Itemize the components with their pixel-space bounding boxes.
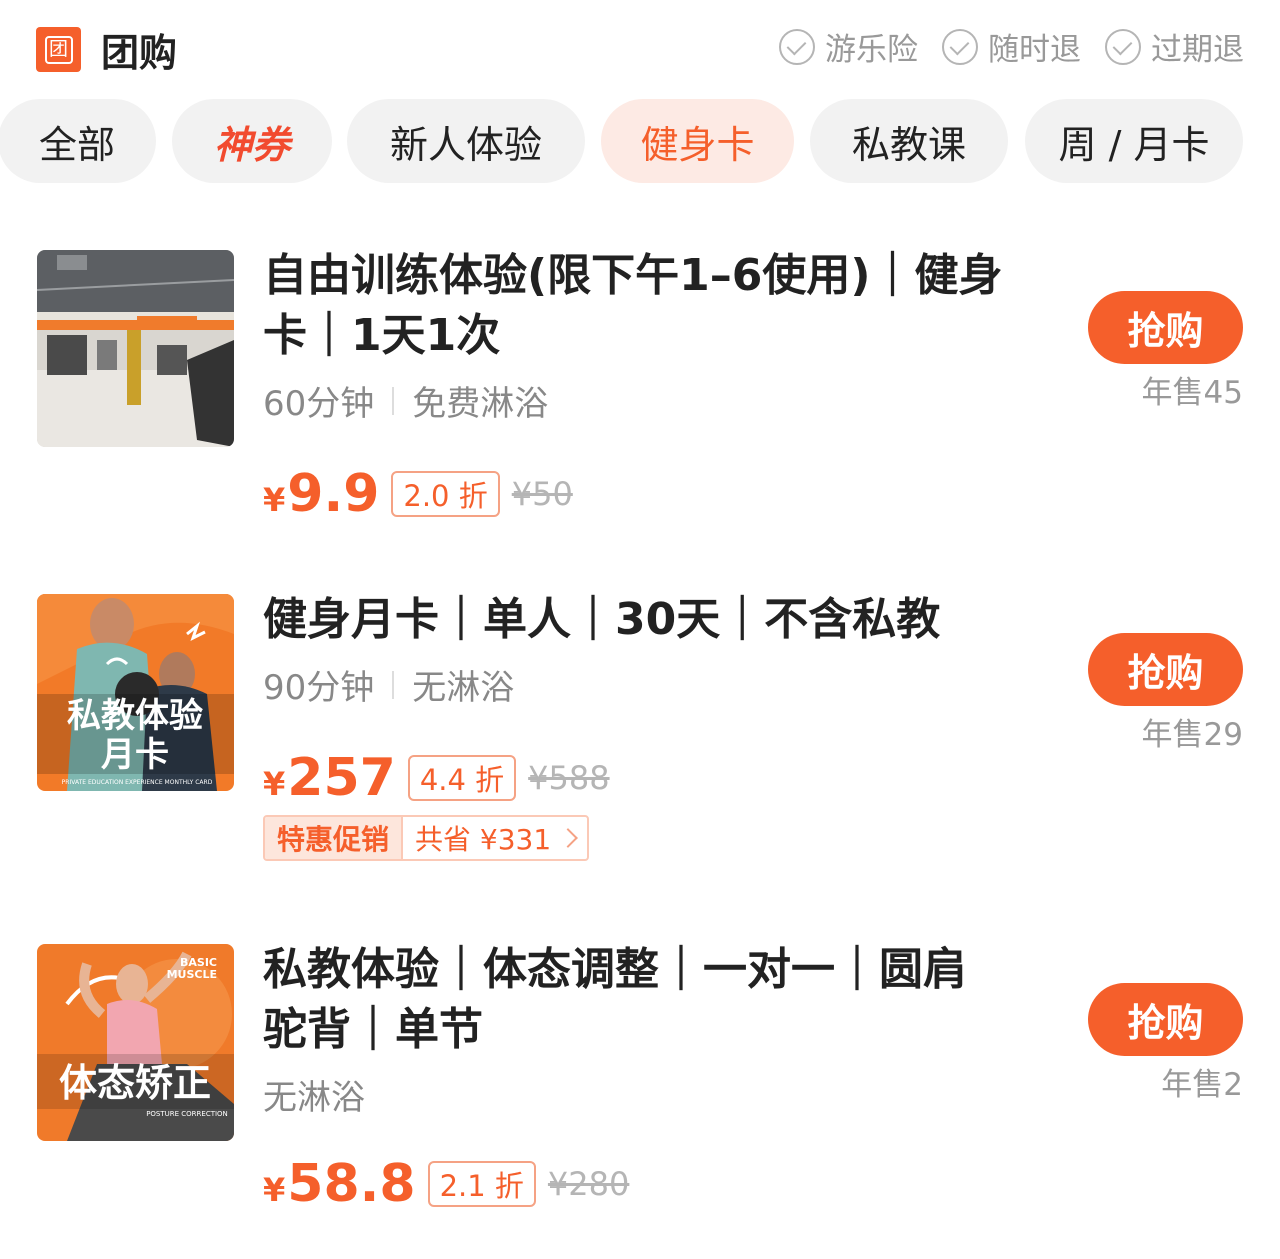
deal-title-line: 驼背｜单节 xyxy=(263,1004,483,1055)
annual-sales: 年售29 xyxy=(1141,717,1243,753)
brand: 团 团购 xyxy=(36,22,177,77)
thumb-small-text: POSTURE CORRECTION xyxy=(146,1110,228,1118)
discount-badge: 2.1 折 xyxy=(427,1161,536,1207)
buy-button[interactable]: 抢购 xyxy=(1088,291,1243,364)
deal-price: ¥ 9.9 xyxy=(263,464,379,524)
annual-sales: 年售2 xyxy=(1161,1067,1243,1103)
deal-thumbnail[interactable]: BASIC MUSCLE 体态矫正 POSTURE CORRECTION xyxy=(37,944,234,1141)
guarantee-item: 游乐险 xyxy=(779,24,918,69)
price-value: 58.8 xyxy=(287,1154,416,1214)
promo-label: 特惠促销 xyxy=(265,817,404,859)
guarantee-label: 过期退 xyxy=(1151,32,1244,68)
deal-tags: 无淋浴 xyxy=(263,1070,365,1119)
thumb-logo-text: MUSCLE xyxy=(167,968,217,981)
deal-title-line: 私教体验｜体态调整｜一对一｜圆肩 xyxy=(263,944,967,995)
section-title: 团购 xyxy=(101,31,178,75)
deal-item[interactable]: BASIC MUSCLE 体态矫正 POSTURE CORRECTION 私教体… xyxy=(0,944,1280,1234)
deal-tag: 免费淋浴 xyxy=(412,384,549,424)
deal-price: ¥ 58.8 xyxy=(263,1154,416,1214)
original-price: ¥50 xyxy=(511,475,573,513)
personal-training-image: 私教体验 月卡 PRIVATE EDUCATION EXPERIENCE MON… xyxy=(37,594,234,791)
guarantee-item: 随时退 xyxy=(942,24,1081,69)
thumb-caption: 私教体验 xyxy=(67,696,203,736)
group-buy-icon: 团 xyxy=(36,27,81,72)
deal-title-line: 健身月卡｜单人｜30天｜不含私教 xyxy=(263,594,941,645)
deal-title[interactable]: 自由训练体验(限下午1–6使用)｜健身 卡｜1天1次 xyxy=(263,246,1053,366)
deal-tag: 60分钟 xyxy=(263,384,375,424)
thumb-caption: 月卡 xyxy=(101,735,169,775)
deal-title-line: 卡｜1天1次 xyxy=(263,310,501,361)
check-circle-icon xyxy=(1105,28,1141,65)
currency-symbol: ¥ xyxy=(263,481,286,519)
tag-divider xyxy=(392,670,395,699)
currency-symbol: ¥ xyxy=(263,765,286,803)
deal-title[interactable]: 健身月卡｜单人｜30天｜不含私教 xyxy=(263,590,1053,650)
deal-title[interactable]: 私教体验｜体态调整｜一对一｜圆肩 驼背｜单节 xyxy=(263,940,1053,1060)
gym-interior-image xyxy=(37,250,234,447)
guarantee-label: 游乐险 xyxy=(825,32,918,68)
tab-week-month-card[interactable]: 周 / 月卡 xyxy=(1025,99,1243,183)
group-buy-icon-glyph: 团 xyxy=(44,35,73,64)
promo-savings: 共省 ¥331 xyxy=(403,817,587,859)
deal-tags: 60分钟 免费淋浴 xyxy=(263,376,548,425)
posture-correction-image: BASIC MUSCLE 体态矫正 POSTURE CORRECTION xyxy=(37,944,234,1141)
price-row: ¥ 257 4.4 折 ¥588 xyxy=(263,748,610,808)
deal-tag: 90分钟 xyxy=(263,668,375,708)
guarantee-item: 过期退 xyxy=(1105,24,1244,69)
deal-tags: 90分钟 无淋浴 xyxy=(263,660,514,709)
buy-button[interactable]: 抢购 xyxy=(1088,983,1243,1056)
promo-savings-text: 共省 ¥331 xyxy=(415,823,552,856)
original-price: ¥280 xyxy=(547,1165,630,1203)
discount-badge: 2.0 折 xyxy=(391,471,500,517)
price-row: ¥ 9.9 2.0 折 ¥50 xyxy=(263,464,573,524)
category-tabs: 全部 神券 新人体验 健身卡 私教课 周 / 月卡 xyxy=(0,99,1280,185)
deal-title-line: 自由训练体验(限下午1–6使用)｜健身 xyxy=(263,250,1003,301)
promo-badge[interactable]: 特惠促销 共省 ¥331 xyxy=(263,815,590,861)
discount-badge: 4.4 折 xyxy=(407,755,517,801)
original-price: ¥588 xyxy=(528,759,610,797)
guarantee-list: 游乐险 随时退 过期退 xyxy=(755,24,1244,69)
deal-tag: 无淋浴 xyxy=(412,668,515,708)
guarantee-label: 随时退 xyxy=(988,32,1081,68)
tag-divider xyxy=(392,386,395,415)
tab-all[interactable]: 全部 xyxy=(0,99,156,183)
deal-item[interactable]: 私教体验 月卡 PRIVATE EDUCATION EXPERIENCE MON… xyxy=(0,594,1280,874)
deal-price: ¥ 257 xyxy=(263,748,396,808)
buy-button[interactable]: 抢购 xyxy=(1088,633,1243,706)
currency-symbol: ¥ xyxy=(263,1171,286,1209)
price-value: 257 xyxy=(287,748,396,808)
chevron-right-icon xyxy=(558,828,579,848)
check-circle-icon xyxy=(779,28,815,65)
thumb-caption: 体态矫正 xyxy=(59,1061,211,1105)
deal-item[interactable]: 自由训练体验(限下午1–6使用)｜健身 卡｜1天1次 60分钟 免费淋浴 ¥ 9… xyxy=(0,250,1280,524)
header: 团 团购 游乐险 随时退 过期退 xyxy=(0,0,1280,92)
tab-newcomer-trial[interactable]: 新人体验 xyxy=(347,99,585,183)
price-value: 9.9 xyxy=(287,464,380,524)
deal-thumbnail[interactable] xyxy=(37,250,234,447)
tab-fitness-card[interactable]: 健身卡 xyxy=(601,99,794,183)
tab-private-lessons[interactable]: 私教课 xyxy=(810,99,1008,183)
deal-tag: 无淋浴 xyxy=(263,1078,365,1118)
tab-super-coupon[interactable]: 神券 xyxy=(172,99,332,183)
deal-thumbnail[interactable]: 私教体验 月卡 PRIVATE EDUCATION EXPERIENCE MON… xyxy=(37,594,234,791)
annual-sales: 年售45 xyxy=(1141,375,1243,411)
price-row: ¥ 58.8 2.1 折 ¥280 xyxy=(263,1154,629,1214)
thumb-small-text: PRIVATE EDUCATION EXPERIENCE MONTHLY CAR… xyxy=(62,779,213,786)
check-circle-icon xyxy=(942,28,978,65)
